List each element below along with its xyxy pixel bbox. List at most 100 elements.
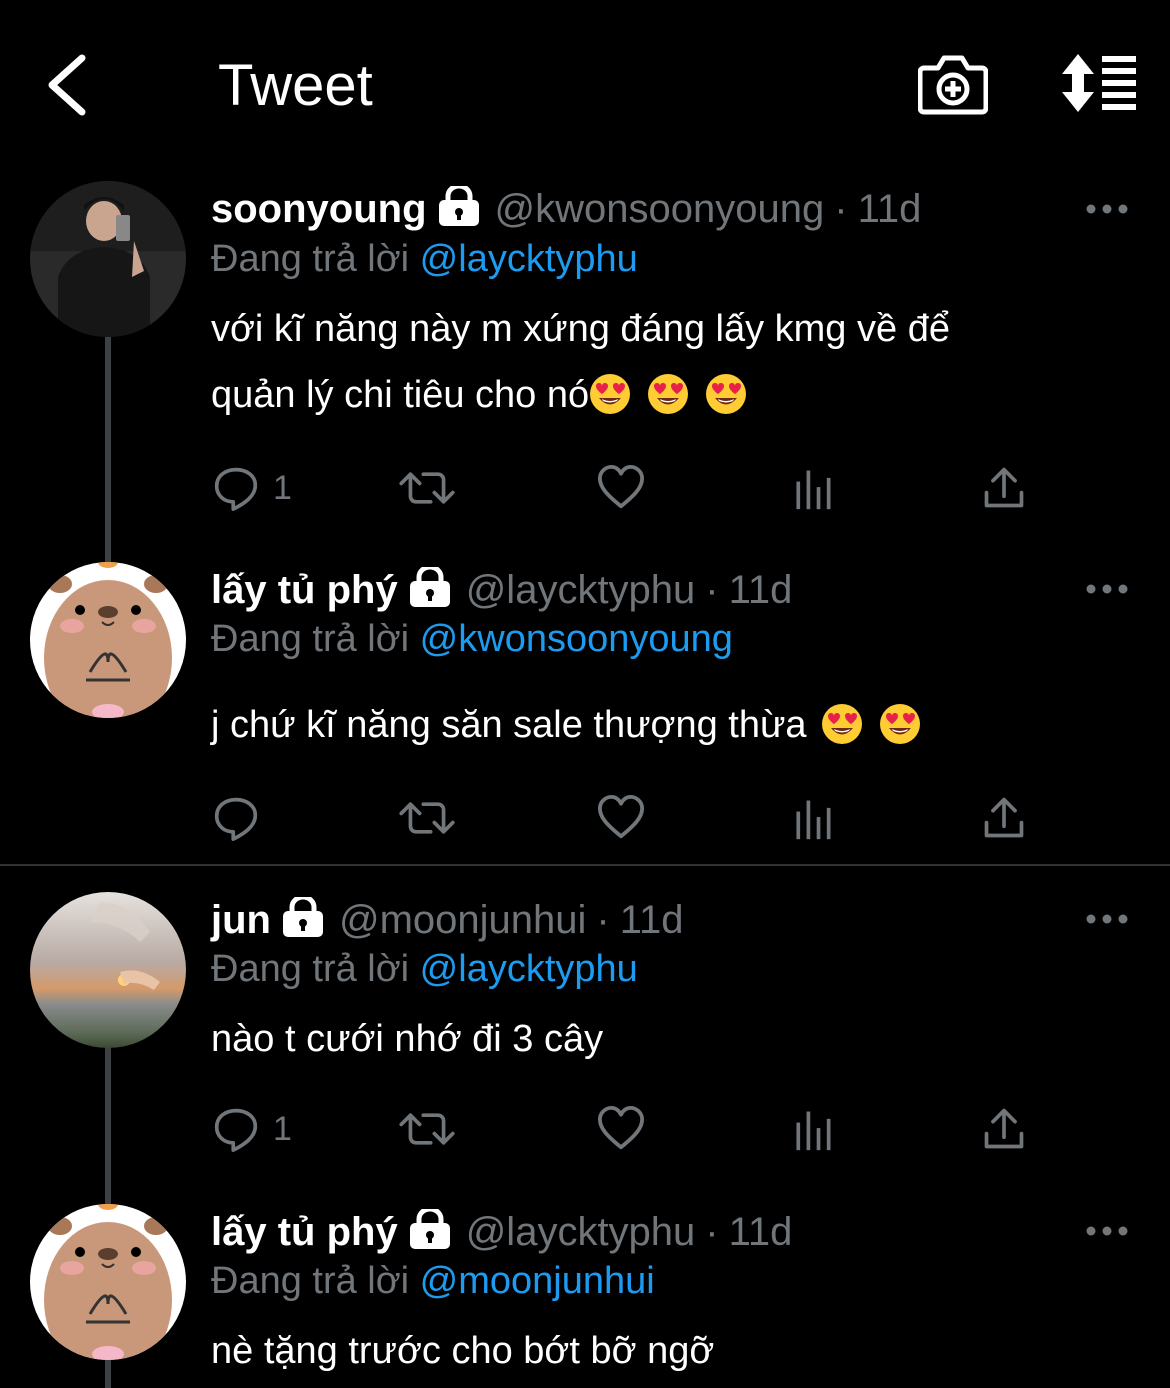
avatar[interactable] (30, 1204, 186, 1360)
like-button[interactable] (597, 793, 645, 843)
analytics-icon (793, 1106, 833, 1152)
share-icon (981, 1106, 1027, 1152)
thread-divider (0, 864, 1170, 866)
separator: · (834, 187, 848, 231)
share-button[interactable] (981, 463, 1027, 513)
separator: · (596, 898, 610, 942)
lock-icon (281, 897, 325, 937)
separator: · (705, 568, 719, 612)
avatar[interactable] (30, 562, 186, 718)
display-name[interactable]: soonyoung (211, 187, 427, 232)
thread-line (105, 1358, 111, 1388)
reply-icon (213, 795, 259, 841)
retweet-button[interactable] (399, 463, 455, 513)
tweet-text: nè tặng trước cho bớt bỡ ngỡ (211, 1318, 1111, 1384)
avatar[interactable] (30, 181, 186, 337)
reply-button[interactable]: 1 (213, 463, 292, 513)
reply-count: 1 (273, 468, 292, 507)
tweet-actions: 1 (211, 1104, 1051, 1154)
heart-icon (597, 464, 645, 512)
timestamp[interactable]: 11d (729, 1210, 793, 1255)
heart-eyes-emoji (705, 373, 747, 415)
heart-eyes-emoji (821, 703, 863, 745)
replying-to: Đang trả lời @moonjunhui (211, 1260, 655, 1303)
replying-to-label: Đang trả lời (211, 948, 410, 990)
tweet-header: lấy tủ phý @laycktyphu · 11d (211, 568, 792, 613)
replying-to: Đang trả lời @laycktyphu (211, 948, 638, 991)
back-chevron-icon[interactable] (40, 50, 100, 120)
reply-button[interactable]: 1 (213, 1104, 292, 1154)
replying-to: Đang trả lời @laycktyphu (211, 238, 638, 281)
retweet-icon (399, 795, 455, 841)
replying-to-label: Đang trả lời (211, 238, 410, 280)
tweet-text-line: j chứ kĩ năng săn sale thượng thừa (211, 692, 1111, 758)
tweet-text: j chứ kĩ năng săn sale thượng thừa (211, 692, 1111, 758)
share-button[interactable] (981, 793, 1027, 843)
like-button[interactable] (597, 1104, 645, 1154)
mention-link[interactable]: @moonjunhui (420, 1260, 655, 1302)
sort-list-icon[interactable] (1058, 52, 1138, 114)
lock-icon (408, 567, 452, 607)
tweet-text: với kĩ năng này m xứng đáng lấy kmg về đ… (211, 296, 1111, 428)
tweet-text-line: với kĩ năng này m xứng đáng lấy kmg về đ… (211, 308, 950, 350)
thread-line (105, 336, 111, 562)
analytics-button[interactable] (793, 793, 833, 843)
share-icon (981, 465, 1027, 511)
reply-icon (213, 1106, 259, 1152)
share-button[interactable] (981, 1104, 1027, 1154)
analytics-icon (793, 465, 833, 511)
top-bar: Tweet (0, 0, 1170, 170)
tweet-text-line: nè tặng trước cho bớt bỡ ngỡ (211, 1330, 715, 1372)
heart-eyes-emoji (879, 703, 921, 745)
reply-icon (213, 465, 259, 511)
tweet-header: lấy tủ phý @laycktyphu · 11d (211, 1210, 792, 1255)
display-name[interactable]: lấy tủ phý (211, 568, 398, 613)
retweet-button[interactable] (399, 793, 455, 843)
replying-to-label: Đang trả lời (211, 1260, 410, 1302)
heart-icon (597, 794, 645, 842)
separator: · (705, 1210, 719, 1254)
display-name[interactable]: lấy tủ phý (211, 1210, 398, 1255)
thread-line (105, 1046, 111, 1204)
reply-count: 1 (273, 1109, 292, 1148)
heart-icon (597, 1105, 645, 1153)
user-handle[interactable]: @laycktyphu (466, 568, 696, 613)
share-icon (981, 795, 1027, 841)
tweet-text-line-2: quản lý chi tiêu cho nó (211, 362, 1111, 428)
heart-eyes-emoji (647, 373, 689, 415)
like-button[interactable] (597, 463, 645, 513)
timestamp[interactable]: 11d (858, 187, 922, 232)
analytics-button[interactable] (793, 1104, 833, 1154)
more-options-icon[interactable] (1085, 579, 1129, 599)
lock-icon (408, 1209, 452, 1249)
retweet-icon (399, 465, 455, 511)
retweet-button[interactable] (399, 1104, 455, 1154)
analytics-button[interactable] (793, 463, 833, 513)
replying-to-label: Đang trả lời (211, 618, 410, 660)
lock-icon (437, 186, 481, 226)
tweet-header: jun @moonjunhui · 11d (211, 898, 684, 943)
mention-link[interactable]: @laycktyphu (420, 948, 638, 990)
timestamp[interactable]: 11d (729, 568, 793, 613)
replying-to: Đang trả lời @kwonsoonyoung (211, 618, 733, 661)
tweet-text-line: nào t cưới nhớ đi 3 cây (211, 1018, 604, 1060)
more-options-icon[interactable] (1085, 1221, 1129, 1241)
user-handle[interactable]: @laycktyphu (466, 1210, 696, 1255)
avatar[interactable] (30, 892, 186, 1048)
display-name[interactable]: jun (211, 898, 271, 943)
retweet-icon (399, 1106, 455, 1152)
user-handle[interactable]: @moonjunhui (339, 898, 586, 943)
mention-link[interactable]: @kwonsoonyoung (420, 618, 733, 660)
heart-eyes-emoji (589, 373, 631, 415)
user-handle[interactable]: @kwonsoonyoung (495, 187, 825, 232)
analytics-icon (793, 795, 833, 841)
reply-button[interactable] (213, 793, 259, 843)
timestamp[interactable]: 11d (620, 898, 684, 943)
tweet-text: nào t cưới nhớ đi 3 cây (211, 1006, 1111, 1072)
more-options-icon[interactable] (1085, 199, 1129, 219)
more-options-icon[interactable] (1085, 909, 1129, 929)
camera-plus-icon[interactable] (918, 50, 988, 116)
tweet-actions: 1 (211, 463, 1051, 513)
tweet-actions (211, 793, 1051, 843)
mention-link[interactable]: @laycktyphu (420, 238, 638, 280)
